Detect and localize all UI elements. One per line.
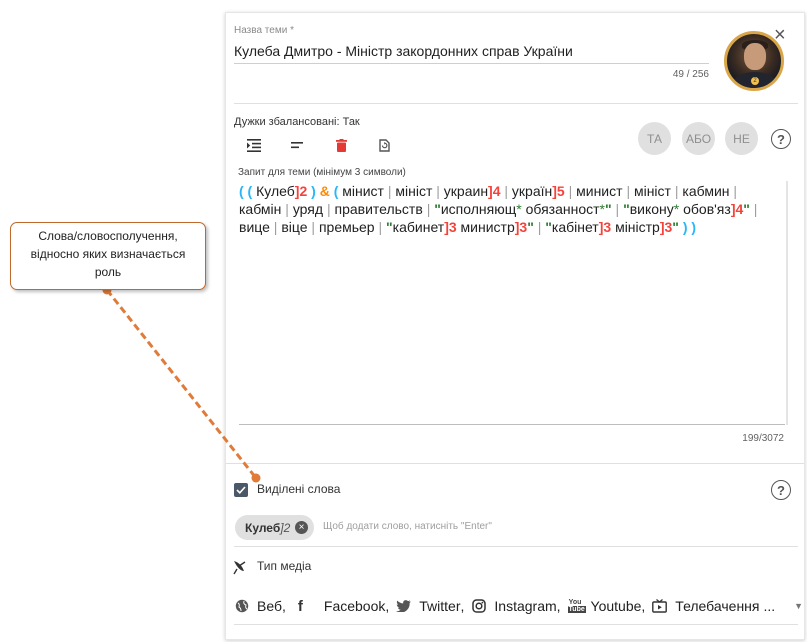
callout-connector xyxy=(102,285,261,483)
callout-line: відносно яких визначається xyxy=(30,247,186,261)
callout-line: роль xyxy=(94,265,122,279)
callout-line: Слова/словосполучення, xyxy=(38,229,178,243)
callout-pointer-line xyxy=(105,289,258,479)
annotation-callout: Слова/словосполучення, відносно яких виз… xyxy=(10,222,206,290)
page: × Назва теми * Кулеба Дмитро - Міністр з… xyxy=(0,0,807,642)
callout-pointer-end xyxy=(251,473,261,483)
